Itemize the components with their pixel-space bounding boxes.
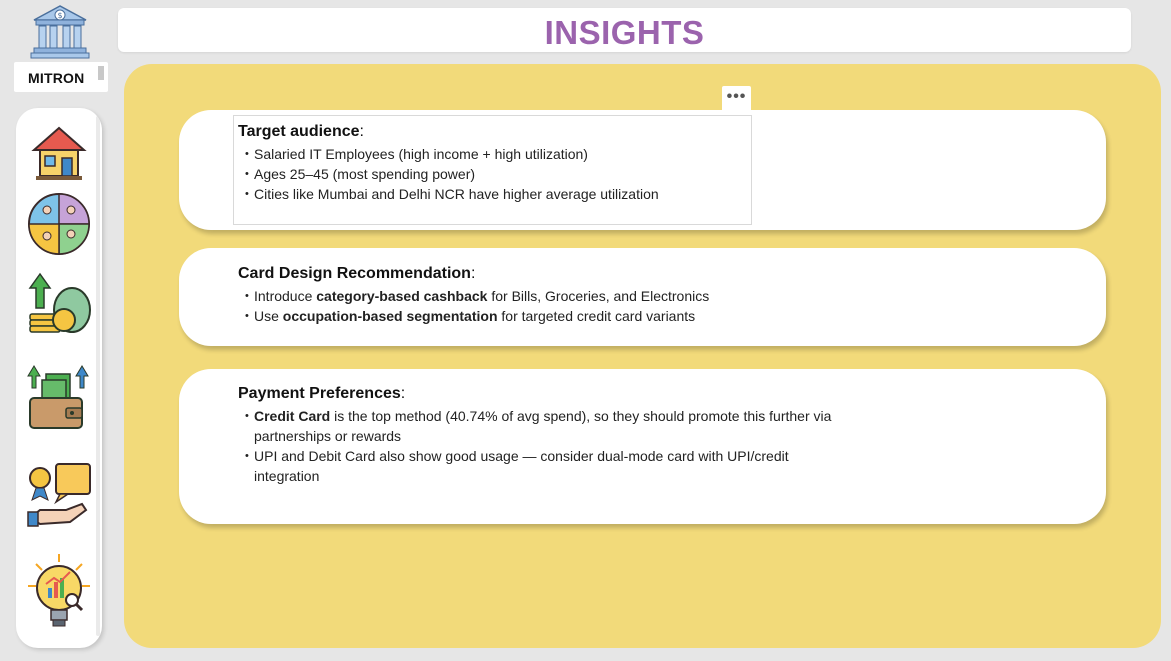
text-segment: for Bills, Groceries, and Electronics (487, 288, 710, 304)
text-segment: is the top method (40.74% of avg spend),… (254, 408, 832, 444)
heading-colon: : (400, 385, 406, 402)
list-item: Use occupation-based segmentation for ta… (238, 306, 709, 326)
list-item: UPI and Debit Card also show good usage … (238, 446, 848, 486)
brand-name-box: MITRON (14, 62, 108, 92)
card-design-list: Introduce category-based cashback for Bi… (238, 286, 709, 326)
money-growth-icon[interactable] (26, 268, 92, 338)
text-segment: Use (254, 308, 283, 324)
text-segment: for targeted credit card variants (497, 308, 696, 324)
text-segment: Introduce (254, 288, 317, 304)
payment-preferences-text: Payment Preferences: Credit Card is the … (238, 384, 848, 486)
page-title: INSIGHTS (544, 14, 705, 51)
brand-name: MITRON (28, 70, 85, 86)
bold-segment: occupation-based segmentation (282, 308, 498, 324)
heading-colon: : (359, 123, 364, 140)
heading-colon: : (470, 265, 476, 282)
lightbulb-insights-icon[interactable] (26, 554, 92, 627)
payment-preferences-list: Credit Card is the top method (40.74% of… (238, 406, 848, 486)
list-item: Ages 25–45 (most spending power) (238, 164, 659, 184)
list-item: Introduce category-based cashback for Bi… (238, 286, 709, 306)
home-icon[interactable] (26, 118, 92, 188)
svg-text:$: $ (57, 11, 62, 20)
demographics-icon[interactable] (26, 188, 92, 258)
list-item: Cities like Mumbai and Delhi NCR have hi… (238, 184, 659, 204)
brand-scrollbar[interactable] (98, 66, 104, 80)
card-design-heading: Card Design Recommendation: (238, 264, 709, 284)
sidebar-scrollbar[interactable] (96, 116, 100, 636)
payment-preferences-title: Payment Preferences (238, 385, 401, 402)
list-item: Credit Card is the top method (40.74% of… (238, 406, 848, 446)
wallet-payments-icon[interactable] (26, 362, 92, 432)
list-item: Salaried IT Employees (high income + hig… (238, 144, 659, 164)
target-audience-list: Salaried IT Employees (high income + hig… (238, 144, 659, 204)
bank-logo-icon: $ (28, 4, 92, 60)
target-audience-heading: Target audience: (238, 122, 659, 142)
bold-segment: category-based cashback (316, 288, 488, 304)
card-design-text: Card Design Recommendation: Introduce ca… (238, 264, 709, 326)
target-audience-title: Target audience (238, 123, 360, 140)
bold-segment: Credit Card (254, 408, 331, 424)
target-audience-text: Target audience: Salaried IT Employees (… (238, 122, 659, 204)
payment-preferences-heading: Payment Preferences: (238, 384, 848, 404)
sidebar-nav (16, 108, 102, 648)
card-design-title: Card Design Recommendation (238, 265, 471, 282)
title-bar: INSIGHTS (118, 8, 1131, 52)
award-chat-icon[interactable] (26, 460, 92, 530)
more-options-button[interactable]: ••• (722, 86, 751, 112)
